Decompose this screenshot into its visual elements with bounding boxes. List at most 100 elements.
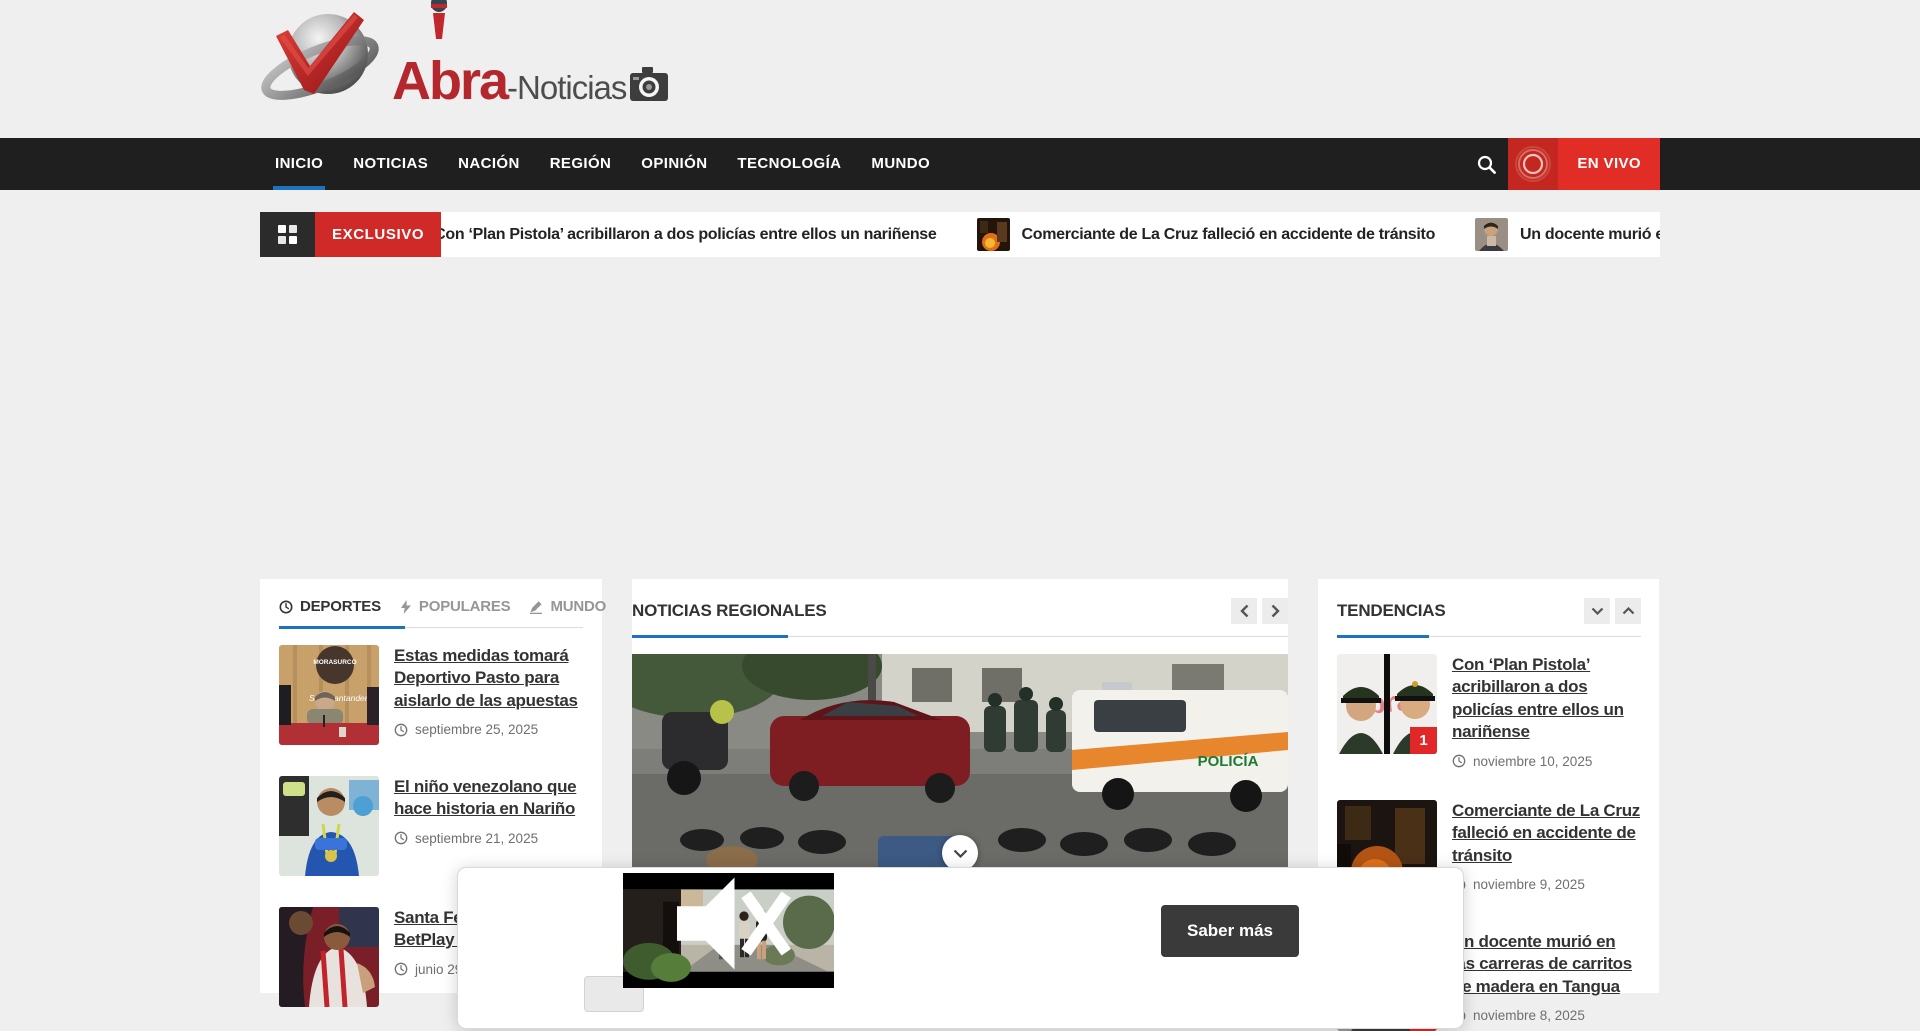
clock-icon [394, 831, 408, 845]
slider-next-button[interactable] [1262, 598, 1288, 624]
grid-icon [278, 225, 297, 244]
article-title[interactable]: Estas medidas tomará Deportivo Pasto par… [394, 645, 583, 712]
pen-icon [529, 600, 543, 614]
nav-item-noticias[interactable]: NOTICIAS [338, 138, 443, 190]
article-date: septiembre 21, 2025 [394, 831, 583, 846]
ad-overlay: Saber más [457, 867, 1464, 1029]
tab-label: POPULARES [419, 598, 511, 615]
article-item[interactable]: MORASURCO Sala Santander Estas medidas t… [279, 645, 583, 745]
search-icon [1477, 155, 1496, 174]
tab-populares[interactable]: POPULARES [400, 598, 511, 615]
article-date: noviembre 9, 2025 [1452, 877, 1641, 892]
article-date-text: noviembre 8, 2025 [1473, 1008, 1585, 1023]
chevron-up-icon [1622, 607, 1635, 615]
ticker-track: Con ‘Plan Pistola’ acribillaron a dos po… [441, 212, 1660, 257]
nav-item-opinion[interactable]: OPINIÓN [626, 138, 722, 190]
scroll-down-button[interactable] [942, 835, 978, 871]
clock-icon [279, 600, 293, 614]
svg-text:MORASURCO: MORASURCO [313, 659, 356, 666]
clock-icon [394, 962, 408, 976]
live-rings-icon [1508, 138, 1558, 190]
expand-button[interactable] [1615, 598, 1641, 624]
brand-name-primary: Abra [392, 50, 507, 112]
ticker-item-thumbnail [977, 218, 1010, 251]
tab-mundo[interactable]: MUNDO [529, 598, 606, 615]
section-underline [1337, 635, 1429, 638]
article-date-text: noviembre 10, 2025 [1473, 754, 1592, 769]
article-date: noviembre 10, 2025 [1452, 754, 1641, 769]
collapse-button[interactable] [1584, 598, 1610, 624]
chevron-down-icon [953, 849, 968, 858]
ticker-item-title: Un docente murió en las carreras de [1520, 226, 1660, 244]
article-title[interactable]: Un docente murió en las carreras de carr… [1452, 931, 1641, 998]
nav-item-region[interactable]: REGIÓN [535, 138, 627, 190]
article-date-text: septiembre 25, 2025 [415, 722, 538, 737]
article-date-text: septiembre 21, 2025 [415, 831, 538, 846]
tab-label: DEPORTES [300, 598, 381, 615]
article-thumbnail[interactable] [279, 776, 379, 876]
chevron-left-icon [1240, 604, 1249, 618]
article-thumbnail[interactable]: Abra 1 [1337, 654, 1437, 754]
brand-name-secondary: -Noticias [507, 69, 626, 107]
ticker-item[interactable]: Un docente murió en las carreras de [1475, 218, 1660, 251]
clock-icon [394, 723, 408, 737]
slider-controls [1226, 598, 1288, 624]
live-button[interactable]: EN VIVO [1508, 138, 1660, 190]
section-underline [632, 635, 788, 638]
nav-item-inicio[interactable]: INICIO [260, 138, 338, 190]
main-nav: INICIO NOTICIAS NACIÓN REGIÓN OPINIÓN TE… [0, 138, 1920, 190]
slider-prev-button[interactable] [1231, 598, 1257, 624]
nav-link-region[interactable]: REGIÓN [535, 138, 627, 190]
trending-item[interactable]: Abra 1 Con ‘Plan Pistola’ acribillaron a… [1337, 654, 1641, 769]
nav-list: INICIO NOTICIAS NACIÓN REGIÓN OPINIÓN TE… [260, 138, 945, 190]
widget-tabs: DEPORTES POPULARES MUNDO [279, 598, 583, 628]
nav-link-inicio[interactable]: INICIO [260, 138, 338, 190]
ad-video-player[interactable] [623, 873, 834, 988]
ad-cta-button[interactable]: Saber más [1161, 905, 1299, 957]
ticker-grid-button[interactable] [260, 212, 315, 257]
site-logo[interactable]: Abra-Noticias [258, 6, 669, 116]
ticker-badge: EXCLUSIVO [315, 212, 441, 257]
nav-link-mundo[interactable]: MUNDO [856, 138, 945, 190]
lightning-icon [400, 600, 412, 614]
ticker-item[interactable]: Comerciante de La Cruz falleció en accid… [977, 218, 1436, 251]
logo-text: Abra-Noticias [392, 6, 669, 112]
article-thumbnail[interactable] [279, 907, 379, 1007]
tab-label: MUNDO [550, 598, 606, 615]
search-button[interactable] [1464, 138, 1508, 190]
article-title[interactable]: Comerciante de La Cruz falleció en accid… [1452, 800, 1641, 867]
nav-link-tecnologia[interactable]: TECNOLOGÍA [722, 138, 856, 190]
rank-badge: 1 [1410, 727, 1437, 754]
section-title: NOTICIAS REGIONALES [632, 601, 827, 621]
svg-text:POLICÍA: POLICÍA [1198, 753, 1259, 770]
article-item[interactable]: El niño venezolano que hace historia en … [279, 776, 583, 876]
chevron-down-icon [1591, 607, 1604, 615]
nav-item-nacion[interactable]: NACIÓN [443, 138, 535, 190]
site-header: Abra-Noticias [0, 0, 1920, 138]
ticker-item-thumbnail [1475, 218, 1508, 251]
live-label: EN VIVO [1558, 138, 1660, 190]
muted-speaker-icon[interactable] [629, 866, 840, 981]
article-title[interactable]: El niño venezolano que hace historia en … [394, 776, 583, 821]
nav-link-noticias[interactable]: NOTICIAS [338, 138, 443, 190]
microphone-icon [426, 0, 452, 40]
section-title: TENDENCIAS [1337, 601, 1446, 621]
article-date-text: noviembre 9, 2025 [1473, 877, 1585, 892]
breaking-news-ticker: EXCLUSIVO Con ‘Plan Pistola’ acribillaro… [260, 212, 1660, 257]
ticker-item-title: Con ‘Plan Pistola’ acribillaron a dos po… [441, 226, 936, 244]
regional-header: NOTICIAS REGIONALES [632, 598, 1288, 637]
trending-header: TENDENCIAS [1337, 598, 1641, 637]
ticker-item[interactable]: Con ‘Plan Pistola’ acribillaron a dos po… [441, 226, 936, 244]
nav-link-nacion[interactable]: NACIÓN [443, 138, 535, 190]
nav-right: EN VIVO [1464, 138, 1660, 190]
tab-deportes[interactable]: DEPORTES [279, 598, 381, 615]
nav-item-mundo[interactable]: MUNDO [856, 138, 945, 190]
logo-sphere-icon [258, 6, 390, 116]
article-thumbnail[interactable]: MORASURCO Sala Santander [279, 645, 379, 745]
nav-link-opinion[interactable]: OPINIÓN [626, 138, 722, 190]
trending-controls [1579, 598, 1641, 624]
article-date: noviembre 8, 2025 [1452, 1008, 1641, 1023]
article-title[interactable]: Con ‘Plan Pistola’ acribillaron a dos po… [1452, 654, 1641, 744]
nav-item-tecnologia[interactable]: TECNOLOGÍA [722, 138, 856, 190]
chevron-right-icon [1271, 604, 1280, 618]
